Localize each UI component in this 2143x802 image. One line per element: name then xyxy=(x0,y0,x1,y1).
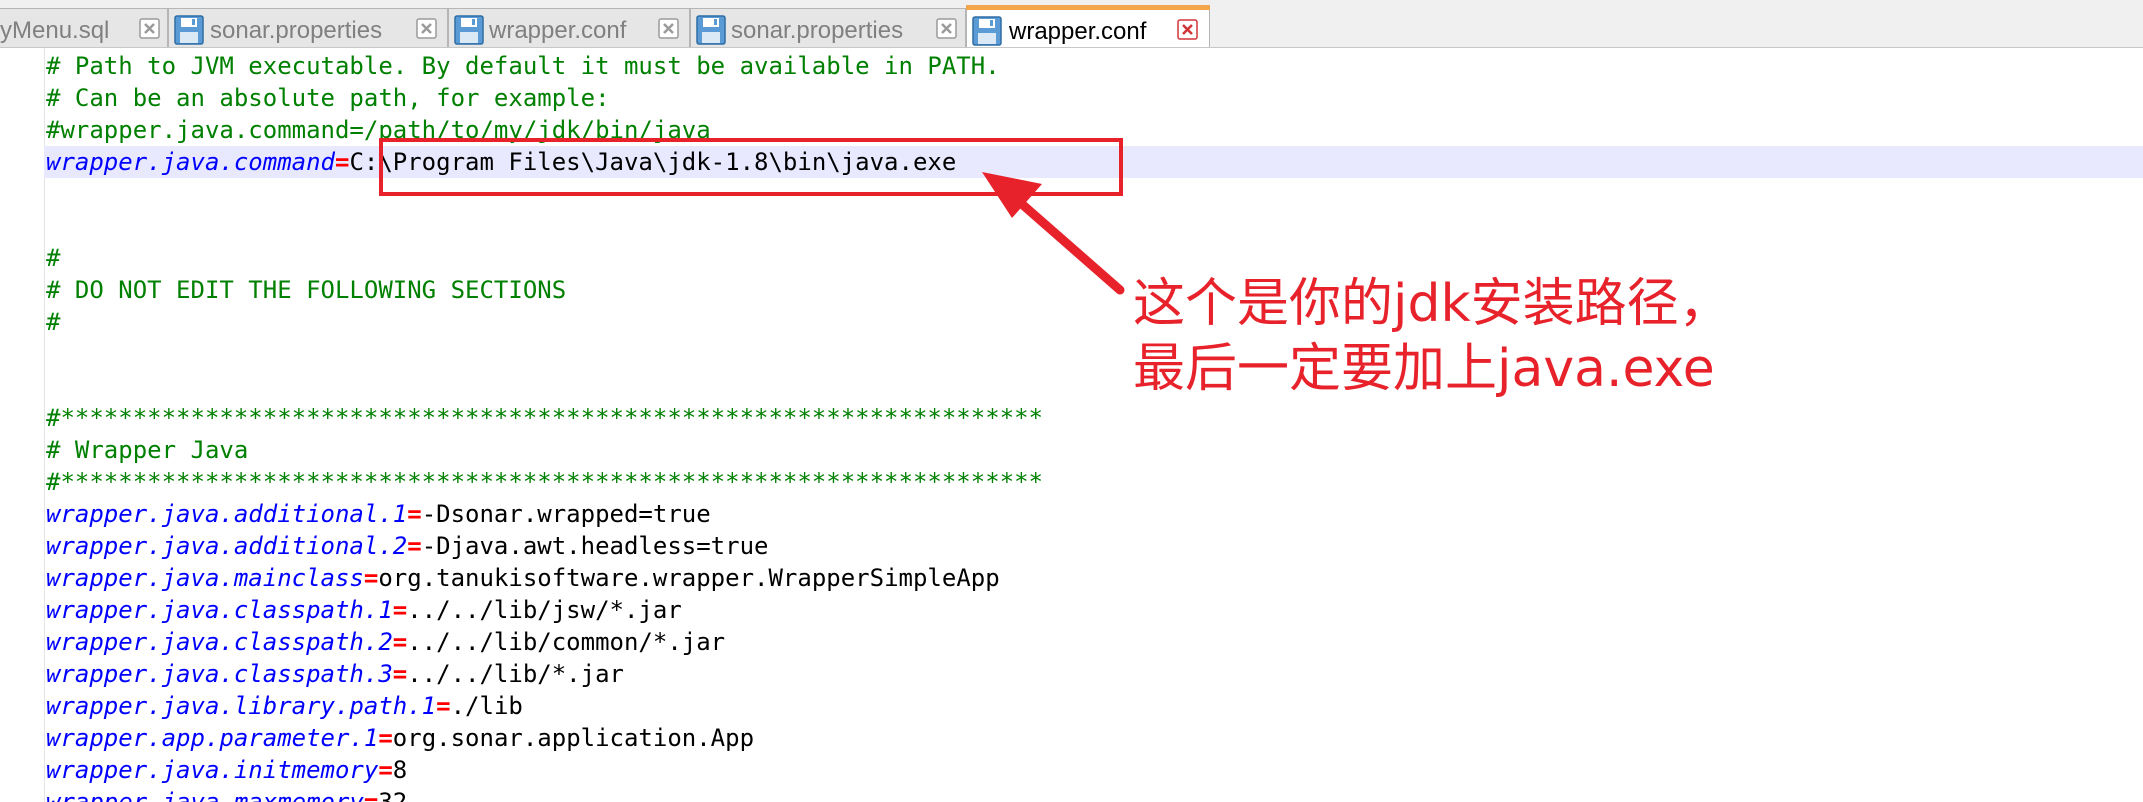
close-icon[interactable] xyxy=(139,18,160,39)
save-icon xyxy=(174,15,204,45)
close-icon[interactable] xyxy=(1177,19,1198,40)
property-key: wrapper.app.parameter.1 xyxy=(46,724,379,752)
save-icon xyxy=(696,15,726,45)
code-line-property: wrapper.java.additional.2=-Djava.awt.hea… xyxy=(46,530,768,562)
code-line-comment: # Wrapper Java xyxy=(46,436,249,464)
annotation-highlight-box xyxy=(379,138,1123,196)
annotation-text-line-1: 这个是你的jdk安装路径， xyxy=(1133,274,1731,334)
tab-sonar-properties-1[interactable]: sonar.properties xyxy=(168,8,448,47)
property-key: wrapper.java.initmemory xyxy=(46,756,379,784)
tab-label: wrapper.conf xyxy=(1009,18,1147,45)
code-line-property: wrapper.java.additional.1=-Dsonar.wrappe… xyxy=(46,498,711,530)
property-key: wrapper.java.classpath.3 xyxy=(46,660,393,688)
tab-bar: yMenu.sql sonar.properties wrapper.conf xyxy=(0,0,2143,48)
code-line-property: wrapper.java.mainclass=org.tanukisoftwar… xyxy=(46,562,1000,594)
property-operator: = xyxy=(436,692,451,720)
code-line-property: wrapper.java.classpath.1=../../lib/jsw/*… xyxy=(46,594,682,626)
property-operator: = xyxy=(392,596,408,624)
property-key: wrapper.java.classpath.1 xyxy=(46,596,393,624)
save-icon xyxy=(972,16,1002,46)
property-value: -Djava.awt.headless=true xyxy=(421,532,769,560)
property-value: org.sonar.application.App xyxy=(392,724,755,752)
property-key: wrapper.java.library.path.1 xyxy=(46,692,437,720)
property-operator: = xyxy=(363,788,379,802)
property-value: 32 xyxy=(378,788,408,802)
code-line-comment: #***************************************… xyxy=(46,468,1043,496)
code-line-property: wrapper.java.library.path.1=./lib xyxy=(46,690,523,722)
property-key: wrapper.java.maxmemory xyxy=(46,788,364,802)
property-value: -Dsonar.wrapped=true xyxy=(421,500,711,528)
tab-label: wrapper.conf xyxy=(489,17,627,44)
tab-wrapper-conf-active[interactable]: wrapper.conf xyxy=(966,5,1210,47)
close-icon[interactable] xyxy=(416,18,437,39)
tab-label: sonar.properties xyxy=(210,17,383,44)
close-icon[interactable] xyxy=(936,18,957,39)
code-line-property: wrapper.java.classpath.2=../../lib/commo… xyxy=(46,626,725,658)
property-value: org.tanukisoftware.wrapper.WrapperSimple… xyxy=(378,564,1000,592)
property-key: wrapper.java.additional.1 xyxy=(46,500,408,528)
property-operator: = xyxy=(407,532,422,560)
property-value: ./lib xyxy=(450,692,523,720)
property-value: ../../lib/*.jar xyxy=(407,660,624,688)
code-line-property: wrapper.app.parameter.1=org.sonar.applic… xyxy=(46,722,754,754)
property-key: wrapper.java.classpath.2 xyxy=(46,628,393,656)
tab-sonar-properties-2[interactable]: sonar.properties xyxy=(690,8,966,47)
code-line-comment: #***************************************… xyxy=(46,404,1043,432)
property-value: 8 xyxy=(392,756,408,784)
property-operator: = xyxy=(378,724,393,752)
code-line-comment: # Can be an absolute path, for example: xyxy=(46,84,610,112)
property-operator: = xyxy=(407,500,422,528)
property-key: wrapper.java.command xyxy=(46,148,335,176)
code-line-comment: # xyxy=(46,244,61,272)
tab-label: sonar.properties xyxy=(731,17,904,44)
annotation-text-line-2: 最后一定要加上java.exe xyxy=(1133,339,1715,399)
code-line-comment: # xyxy=(46,308,61,336)
save-icon xyxy=(454,15,484,45)
property-value: ../../lib/common/*.jar xyxy=(407,628,726,656)
property-operator: = xyxy=(363,564,379,592)
property-operator: = xyxy=(392,628,408,656)
fold-margin xyxy=(0,48,45,802)
tab-label: yMenu.sql xyxy=(0,17,110,44)
property-operator: = xyxy=(392,660,408,688)
property-value: ../../lib/jsw/*.jar xyxy=(407,596,682,624)
code-line-property: wrapper.java.maxmemory=32 xyxy=(46,786,407,802)
close-icon[interactable] xyxy=(658,18,679,39)
property-operator: = xyxy=(378,756,393,784)
tab-wrapper-conf-1[interactable]: wrapper.conf xyxy=(448,8,690,47)
tab-mymenu-sql[interactable]: yMenu.sql xyxy=(0,8,168,47)
code-line-property: wrapper.java.classpath.3=../../lib/*.jar xyxy=(46,658,624,690)
code-line-comment: # DO NOT EDIT THE FOLLOWING SECTIONS xyxy=(46,276,567,304)
code-line-property: wrapper.java.initmemory=8 xyxy=(46,754,407,786)
property-key: wrapper.java.additional.2 xyxy=(46,532,408,560)
code-line-comment: # Path to JVM executable. By default it … xyxy=(46,52,1000,80)
property-operator: = xyxy=(334,148,350,176)
property-key: wrapper.java.mainclass xyxy=(46,564,364,592)
